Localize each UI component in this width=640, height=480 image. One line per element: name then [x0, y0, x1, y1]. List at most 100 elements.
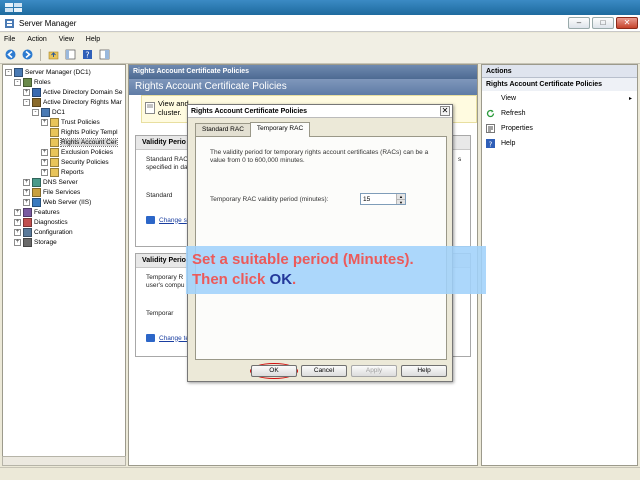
tree-item[interactable]: + DNS Server [23, 177, 78, 187]
status-bar [0, 467, 640, 480]
dialog-tabs: Standard RAC Temporary RAC [195, 122, 311, 137]
tree-item[interactable]: + Trust Policies [41, 117, 100, 127]
action-properties[interactable]: Properties [482, 121, 637, 136]
up-one-level-button[interactable] [47, 48, 60, 61]
spin-down-icon[interactable]: ▼ [396, 199, 405, 205]
expand-icon[interactable]: + [14, 208, 21, 216]
console-tree[interactable]: - Server Manager (DC1) - Roles + Active Direc… [2, 64, 126, 466]
tree-horizontal-scrollbar[interactable] [2, 456, 126, 466]
validity-period-spinner[interactable]: ▲ ▼ [360, 193, 406, 205]
tree-item-label: Reports [61, 168, 84, 176]
dialog-title-bar: Rights Account Certificate Policies ✕ [188, 105, 452, 118]
maximize-button[interactable]: □ [592, 17, 614, 29]
expand-icon[interactable]: + [23, 188, 30, 196]
collapse-icon[interactable]: - [32, 108, 39, 116]
change-temporary-link[interactable]: Change te [146, 334, 189, 342]
validity-period-label: Temporary RAC validity period (minutes): [210, 196, 329, 203]
dialog-close-button[interactable]: ✕ [440, 106, 450, 116]
dialog-title: Rights Account Certificate Policies [191, 108, 308, 115]
callout-line-2: Then click OK. [192, 271, 297, 288]
collapse-icon[interactable]: - [23, 98, 30, 106]
expand-icon[interactable]: + [14, 228, 21, 236]
tree-item[interactable]: + Reports [41, 167, 84, 177]
tree-item[interactable]: + Configuration [14, 227, 73, 237]
info-text: View and cluster. [158, 99, 189, 117]
action-refresh[interactable]: Refresh [482, 106, 637, 121]
rac-policies-dialog: Rights Account Certificate Policies ✕ St… [187, 104, 453, 382]
standard-label: Standard [146, 192, 173, 199]
tree-item[interactable]: - DC1 [32, 107, 65, 117]
tree-item[interactable]: - Active Directory Rights Mar [23, 97, 122, 107]
tree-item[interactable]: - Roles [14, 77, 51, 87]
tree-item-label: Diagnostics [34, 218, 68, 226]
tree-item[interactable]: + Features [14, 207, 60, 217]
change-standard-link[interactable]: Change s [146, 216, 187, 224]
expand-icon[interactable]: + [41, 148, 48, 156]
menu-help[interactable]: Help [86, 36, 100, 43]
expand-icon[interactable]: + [23, 178, 30, 186]
minimize-button[interactable]: – [568, 17, 590, 29]
tab-standard-rac[interactable]: Standard RAC [195, 123, 251, 136]
validity-period-input[interactable] [361, 194, 397, 204]
tree-item[interactable]: + Diagnostics [14, 217, 68, 227]
properties-icon [486, 124, 495, 133]
expand-icon[interactable]: + [14, 238, 21, 246]
action-view[interactable]: View ▸ [482, 91, 637, 106]
ok-button[interactable]: OK [251, 365, 297, 377]
help-toolbar-button[interactable]: ? [81, 48, 94, 61]
top-strip [0, 0, 640, 15]
tree-item[interactable]: - Server Manager (DC1) [5, 67, 91, 77]
action-help[interactable]: ? Help [482, 136, 637, 151]
ad-rights-icon [32, 97, 41, 107]
help-book-icon: ? [83, 50, 92, 60]
show-hide-action-pane-button[interactable] [98, 48, 111, 61]
tree-item[interactable]: Rights Policy Templ [41, 127, 118, 137]
back-button[interactable] [4, 48, 17, 61]
help-button[interactable]: Help [401, 365, 447, 377]
validity-description: The validity period for temporary rights… [210, 149, 429, 164]
apply-button[interactable]: Apply [351, 365, 397, 377]
expand-icon[interactable]: + [23, 198, 30, 206]
expand-icon[interactable]: + [41, 168, 48, 176]
tree-item-label: Exclusion Policies [61, 148, 114, 156]
tree-item[interactable]: + File Services [23, 187, 80, 197]
callout-ok-text: OK [269, 271, 293, 288]
expand-icon[interactable]: + [23, 88, 30, 96]
tree-item[interactable]: + Web Server (IIS) [23, 197, 91, 207]
tree-item[interactable]: + Exclusion Policies [41, 147, 113, 157]
section-text-fragment: s [458, 156, 462, 163]
tree-item[interactable]: + Storage [14, 237, 57, 247]
diagnostics-icon [23, 217, 32, 227]
refresh-icon [486, 109, 495, 118]
tree-item[interactable]: + Security Policies [41, 157, 109, 167]
tree-item[interactable]: Rights Account Cer [41, 137, 118, 147]
cancel-button[interactable]: Cancel [301, 365, 347, 377]
show-hide-console-tree-button[interactable] [64, 48, 77, 61]
collapse-icon[interactable]: - [14, 78, 21, 86]
action-pane-icon [99, 49, 110, 60]
dns-icon [32, 177, 41, 187]
close-window-button[interactable]: ✕ [616, 17, 638, 29]
forward-button[interactable] [21, 48, 34, 61]
expand-icon[interactable]: + [41, 158, 48, 166]
section-text: Standard RAC specified in da [146, 156, 188, 171]
tree-item-label: Server Manager (DC1) [25, 68, 91, 76]
collapse-icon[interactable]: - [5, 68, 12, 76]
actions-subheader[interactable]: Rights Account Certificate Policies [482, 78, 637, 91]
menu-view[interactable]: View [59, 36, 74, 43]
tree-item-label: DC1 [52, 108, 66, 116]
tree-item[interactable]: + Active Directory Domain Se [23, 87, 122, 97]
toolbar: ? [0, 46, 640, 64]
expand-icon[interactable]: + [14, 218, 21, 226]
tab-temporary-rac[interactable]: Temporary RAC [249, 122, 311, 137]
folder-icon [50, 117, 59, 127]
expand-icon[interactable]: + [41, 118, 48, 126]
folder-icon [50, 127, 59, 137]
menu-file[interactable]: File [4, 36, 15, 43]
menu-action[interactable]: Action [27, 36, 46, 43]
title-bar: Server Manager – □ ✕ [0, 15, 640, 32]
tree-item-label: Rights Policy Templ [61, 128, 118, 136]
results-pane-banner: Rights Account Certificate Policies [129, 79, 477, 95]
web-icon [32, 197, 41, 207]
